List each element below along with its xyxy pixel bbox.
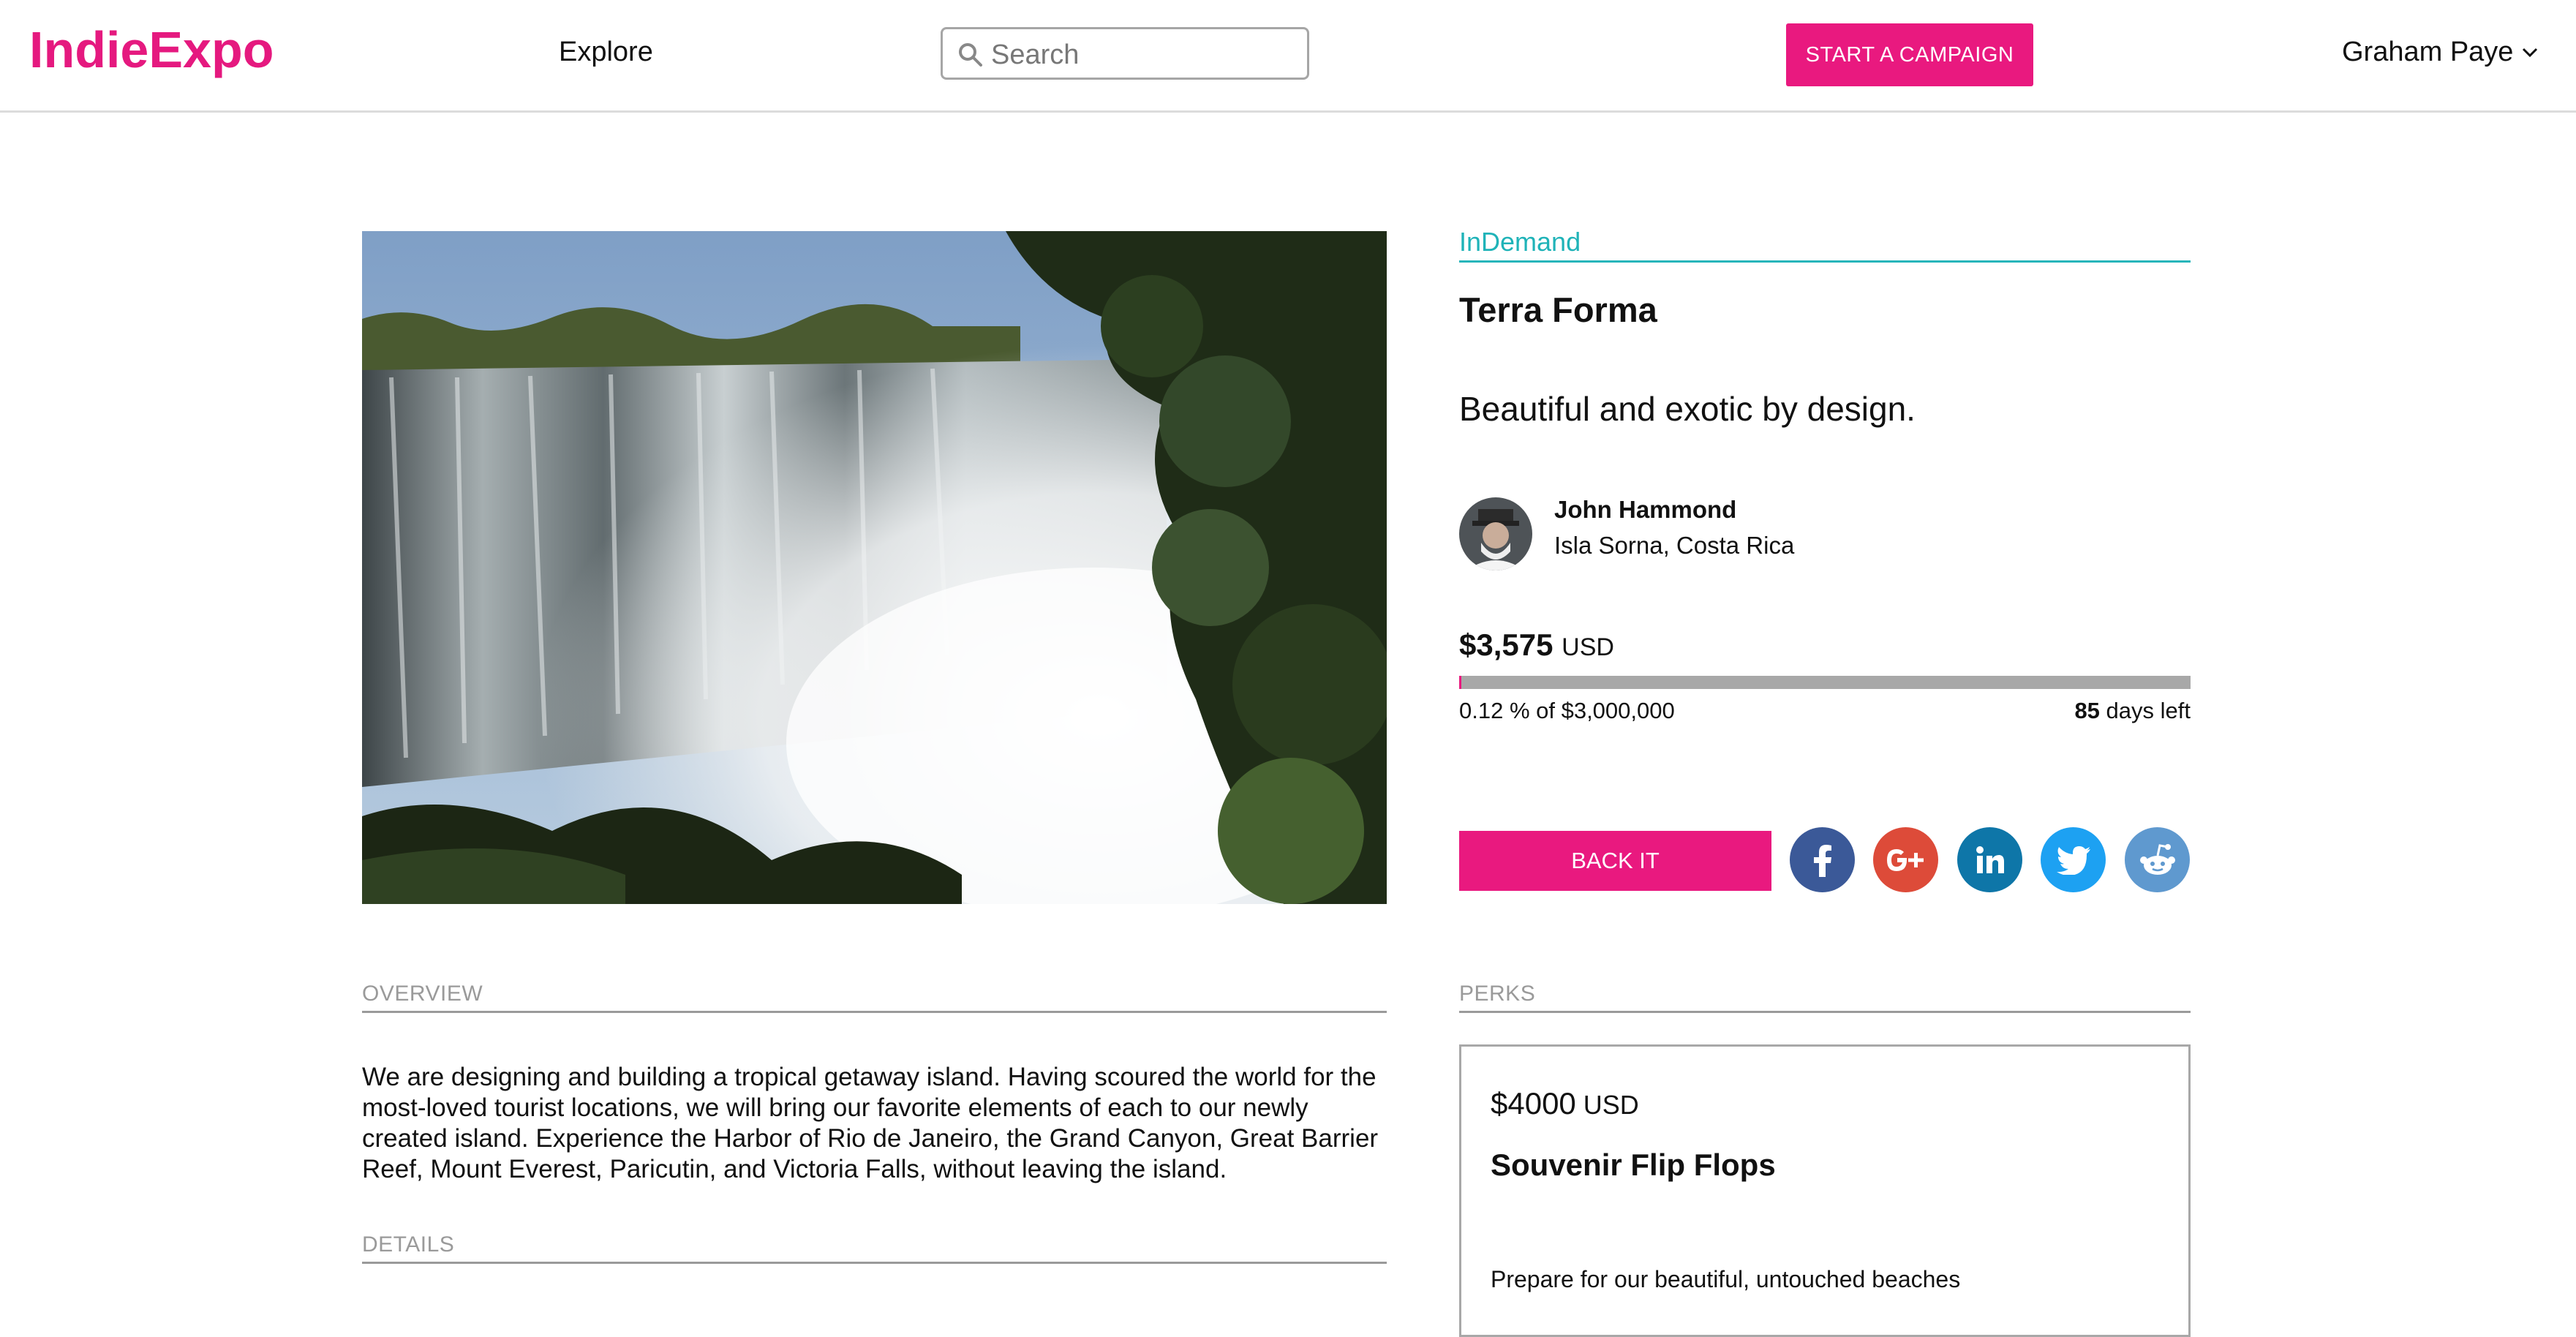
- search-box[interactable]: [941, 27, 1309, 80]
- perk-name: Souvenir Flip Flops: [1491, 1148, 1776, 1182]
- campaign-title: Terra Forma: [1459, 290, 1657, 329]
- funding-progress-text: 0.12 % of $3,000,000: [1459, 698, 1675, 723]
- campaign-hero-image: [362, 231, 1387, 904]
- share-reddit-button[interactable]: [2125, 827, 2190, 892]
- perks-heading: PERKS: [1459, 982, 2191, 1013]
- share-linkedin-button[interactable]: [1957, 827, 2022, 892]
- search-icon: [959, 43, 982, 67]
- site-logo[interactable]: IndieExpo: [29, 20, 274, 79]
- top-navigation-bar: IndieExpo Explore START A CAMPAIGN Graha…: [0, 0, 2576, 113]
- perk-card[interactable]: $4000 USD Souvenir Flip Flops Prepare for…: [1459, 1044, 2191, 1337]
- chevron-down-icon: [2523, 48, 2538, 57]
- search-input[interactable]: [990, 35, 1300, 75]
- perk-price: $4000 USD: [1491, 1086, 1639, 1121]
- details-heading: DETAILS: [362, 1232, 1387, 1264]
- overview-heading: OVERVIEW: [362, 982, 1387, 1013]
- perk-price-currency: USD: [1583, 1090, 1639, 1120]
- funding-progress-bar: [1459, 676, 2191, 689]
- start-campaign-button[interactable]: START A CAMPAIGN: [1786, 23, 2033, 86]
- campaign-category-link[interactable]: InDemand: [1459, 227, 2191, 263]
- creator-location: Isla Sorna, Costa Rica: [1554, 532, 1795, 559]
- perk-price-value: $4000: [1491, 1086, 1576, 1121]
- user-menu[interactable]: Graham Paye: [2342, 37, 2538, 68]
- facebook-icon: [1813, 844, 1831, 877]
- user-name: Graham Paye: [2342, 37, 2514, 67]
- perk-description: Prepare for our beautiful, untouched bea…: [1491, 1266, 1961, 1292]
- share-facebook-button[interactable]: [1790, 827, 1855, 892]
- amount-raised: $3,575 USD: [1459, 628, 1614, 663]
- amount-raised-value: $3,575: [1459, 628, 1553, 662]
- twitter-icon: [2056, 845, 2090, 875]
- funding-progress-fill: [1459, 676, 1461, 689]
- reddit-icon: [2139, 843, 2175, 875]
- google-plus-icon: [1886, 848, 1924, 871]
- creator-avatar[interactable]: [1459, 497, 1532, 570]
- campaign-tagline: Beautiful and exotic by design.: [1459, 390, 1916, 428]
- amount-raised-currency: USD: [1562, 633, 1614, 661]
- creator-name[interactable]: John Hammond: [1554, 496, 1736, 524]
- days-left-label: days left: [2106, 698, 2191, 723]
- share-twitter-button[interactable]: [2041, 827, 2106, 892]
- days-left-number: 85: [2074, 698, 2100, 723]
- back-it-button[interactable]: BACK IT: [1459, 831, 1771, 891]
- overview-text: We are designing and building a tropical…: [362, 1063, 1379, 1183]
- days-left: 85 days left: [2044, 698, 2191, 724]
- nav-explore-link[interactable]: Explore: [559, 37, 653, 68]
- share-google-plus-button[interactable]: [1873, 827, 1938, 892]
- linkedin-icon: [1976, 845, 2004, 873]
